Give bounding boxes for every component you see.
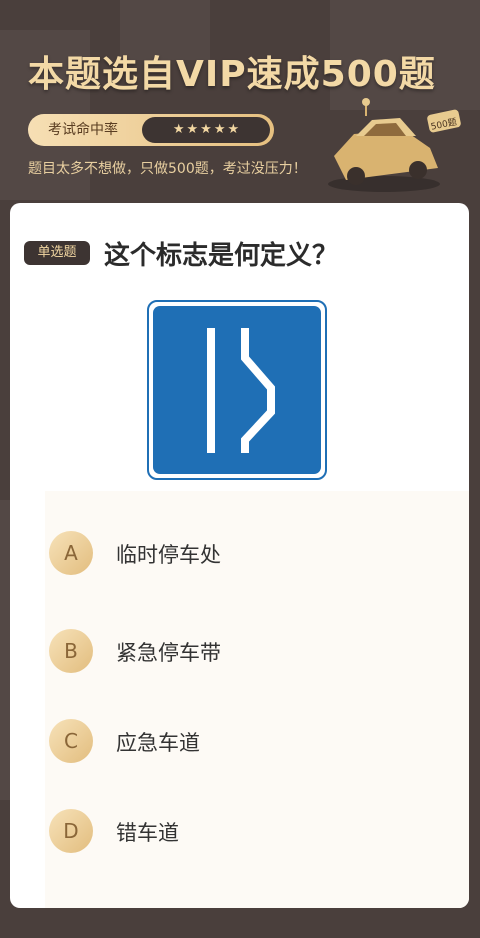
rating-stars: ★ ★ ★ ★ ★ [142,117,270,143]
star-icon: ★ [200,122,212,137]
option-letter-d: D [49,809,93,853]
question-text: 这个标志是何定义？ [104,241,339,271]
option-text-c: 应急车道 [116,731,200,755]
hit-rate-label: 考试命中率 [48,122,118,138]
car-icon: 500题 [328,98,461,192]
promo-header: 本题选自VIP速成500题 考试命中率 ★ ★ ★ ★ ★ 题目太多不想做，只做… [0,0,480,210]
question-type-badge: 单选题 [24,241,90,265]
bottom-band [0,908,480,938]
option-letter-c: C [49,719,93,763]
option-text-a: 临时停车处 [116,543,221,567]
option-d[interactable]: D 错车道 [45,793,469,873]
hit-rate-bar: 考试命中率 ★ ★ ★ ★ ★ [28,114,274,146]
option-letter-a: A [49,531,93,575]
option-text-d: 错车道 [116,821,179,845]
option-a[interactable]: A 临时停车处 [45,515,469,595]
lane-narrowing-road-sign-icon [147,300,327,480]
option-b[interactable]: B 紧急停车带 [45,613,469,693]
option-letter-b: B [49,629,93,673]
question-card: 单选题 这个标志是何定义？ A 临时停车处 B 紧急停车带 C 应急车道 D 错… [10,203,469,908]
promo-subtext: 题目太多不想做，只做500题，考过没压力！ [28,161,307,177]
option-c[interactable]: C 应急车道 [45,703,469,783]
promo-title: 本题选自VIP速成500题 [28,54,436,95]
star-icon: ★ [186,122,199,137]
star-icon: ★ [227,122,240,137]
option-text-b: 紧急停车带 [116,641,221,665]
star-icon: ★ [213,122,226,137]
options-list: A 临时停车处 B 紧急停车带 C 应急车道 D 错车道 [45,491,469,908]
star-icon: ★ [172,122,185,137]
